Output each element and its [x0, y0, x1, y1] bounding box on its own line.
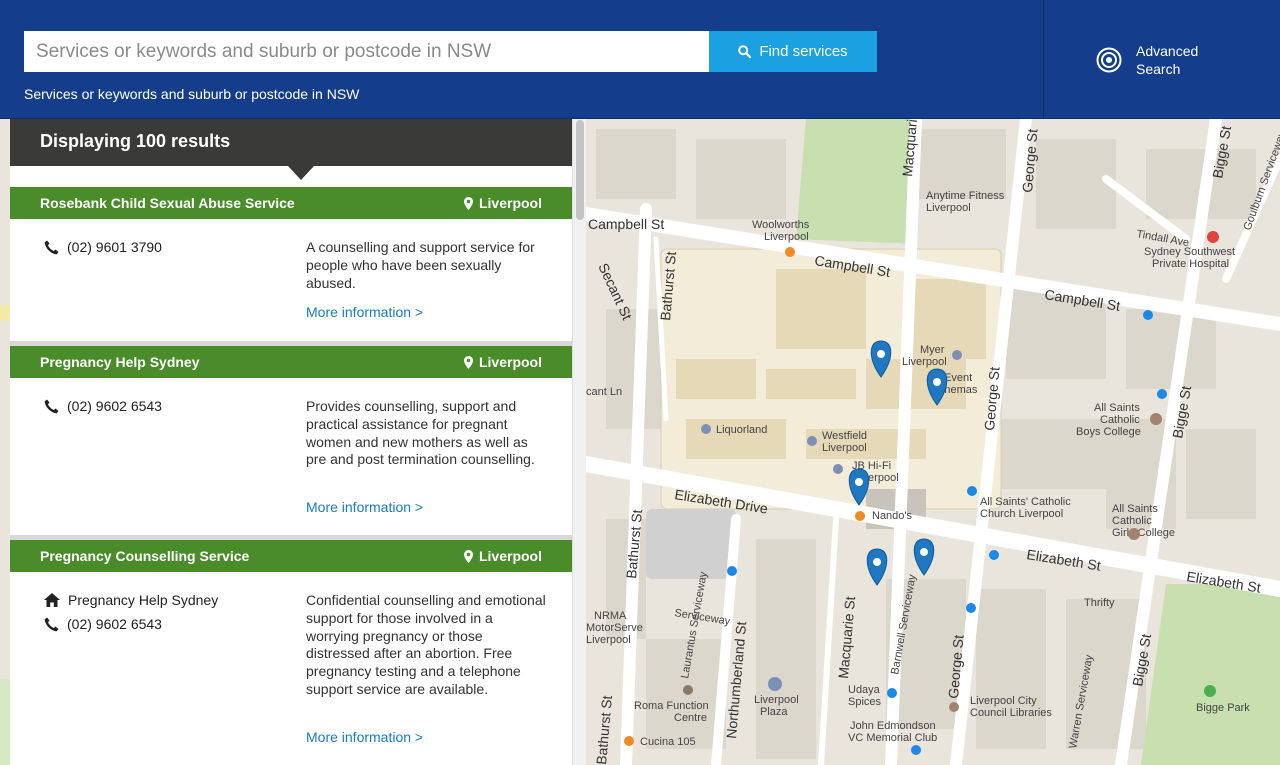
phone-icon	[44, 240, 59, 254]
results-header: Displaying 100 results	[10, 119, 572, 166]
phone-number: (02) 9602 6543	[67, 398, 162, 414]
svg-text:Centre: Centre	[674, 712, 707, 724]
svg-text:Council Libraries: Council Libraries	[970, 707, 1052, 719]
svg-text:Catholic: Catholic	[1112, 515, 1152, 527]
svg-text:All Saints: All Saints	[1112, 503, 1158, 515]
result-card-header[interactable]: Pregnancy Counselling Service Liverpool	[10, 540, 572, 572]
result-title: Pregnancy Counselling Service	[40, 548, 250, 564]
svg-text:Liverpool: Liverpool	[926, 202, 971, 214]
result-card: Pregnancy Help Sydney Liverpool (02) 960…	[10, 346, 572, 535]
svg-text:Sydney Southwest: Sydney Southwest	[1144, 246, 1235, 258]
result-card: Rosebank Child Sexual Abuse Service Live…	[10, 187, 572, 341]
svg-text:Liverpool: Liverpool	[586, 634, 631, 646]
park-area	[796, 119, 916, 244]
svg-text:Plaza: Plaza	[760, 706, 788, 718]
result-location-label: Liverpool	[478, 195, 542, 211]
svg-text:Church Liverpool: Church Liverpool	[980, 508, 1063, 520]
search-input[interactable]	[24, 31, 709, 72]
result-card-header[interactable]: Rosebank Child Sexual Abuse Service Live…	[10, 187, 572, 219]
svg-text:Udaya: Udaya	[848, 684, 881, 696]
advanced-label-line2: Search	[1136, 61, 1181, 77]
result-card: Pregnancy Counselling Service Liverpool …	[10, 540, 572, 765]
result-title: Rosebank Child Sexual Abuse Service	[40, 195, 295, 211]
svg-text:cant Ln: cant Ln	[586, 386, 622, 398]
advanced-search-button[interactable]: Advanced Search	[1096, 42, 1216, 78]
result-location: Liverpool	[463, 195, 542, 211]
map-pin-icon	[463, 196, 473, 210]
map-pin-icon	[463, 549, 473, 563]
result-location: Liverpool	[463, 548, 542, 564]
svg-text:Catholic: Catholic	[1100, 414, 1140, 426]
map-pin-icon	[463, 355, 473, 369]
result-location: Liverpool	[463, 354, 542, 370]
svg-text:Westfield: Westfield	[822, 430, 867, 442]
results-scrollbar-thumb[interactable]	[576, 120, 584, 220]
result-title: Pregnancy Help Sydney	[40, 354, 200, 370]
results-pointer	[288, 166, 314, 180]
results-panel: Displaying 100 results Rosebank Child Se…	[10, 119, 572, 765]
svg-text:Spices: Spices	[848, 696, 882, 708]
svg-text:Liverpool City: Liverpool City	[970, 695, 1037, 707]
svg-text:Anytime Fitness: Anytime Fitness	[926, 190, 1005, 202]
svg-text:VC Memorial Club: VC Memorial Club	[848, 732, 937, 744]
phone-number: (02) 9602 6543	[67, 616, 162, 632]
result-description: Confidential counselling and emotional s…	[306, 592, 546, 697]
phone-line[interactable]: (02) 9602 6543	[44, 398, 162, 414]
map-view[interactable]: Campbell St Campbell St Campbell St Eliz…	[586, 119, 1280, 765]
svg-text:Liverpool: Liverpool	[764, 231, 809, 243]
svg-text:John Edmondson: John Edmondson	[850, 720, 936, 732]
home-icon	[44, 593, 60, 607]
more-information-link[interactable]: More information >	[306, 729, 423, 745]
organisation-name: Pregnancy Help Sydney	[68, 592, 219, 608]
result-location-label: Liverpool	[478, 548, 542, 564]
find-services-label: Find services	[759, 43, 848, 60]
svg-text:All Saints: All Saints	[1094, 402, 1140, 414]
result-location-label: Liverpool	[478, 354, 542, 370]
find-services-button[interactable]: Find services	[709, 31, 877, 72]
advanced-label-line1: Advanced	[1136, 43, 1199, 59]
svg-text:Roma Function: Roma Function	[634, 700, 709, 712]
result-description: Provides counselling, support and practi…	[306, 398, 535, 468]
phone-icon	[44, 399, 59, 413]
svg-text:NRMA: NRMA	[594, 610, 627, 622]
header-divider	[1043, 0, 1044, 118]
search-icon	[738, 45, 752, 58]
svg-text:Liverpool: Liverpool	[902, 356, 947, 368]
svg-text:Private Hospital: Private Hospital	[1152, 258, 1229, 270]
phone-line[interactable]: (02) 9601 3790	[44, 239, 162, 255]
svg-text:Campbell St: Campbell St	[588, 216, 664, 232]
svg-text:Bigge Park: Bigge Park	[1196, 702, 1250, 714]
svg-text:Cucina 105: Cucina 105	[640, 736, 696, 748]
svg-text:Liverpool: Liverpool	[754, 694, 799, 706]
phone-line[interactable]: (02) 9602 6543	[44, 616, 162, 632]
svg-text:Event: Event	[944, 372, 972, 384]
advanced-search-label: Advanced Search	[1136, 42, 1216, 78]
result-description: A counselling and support service for pe…	[306, 239, 535, 291]
organisation-line: Pregnancy Help Sydney	[44, 592, 218, 608]
phone-number: (02) 9601 3790	[67, 239, 162, 255]
results-count: Displaying 100 results	[40, 131, 231, 151]
more-information-link[interactable]: More information >	[306, 304, 423, 320]
result-card-header[interactable]: Pregnancy Help Sydney Liverpool	[10, 346, 572, 378]
svg-text:Liquorland: Liquorland	[716, 424, 767, 436]
svg-text:Thrifty: Thrifty	[1084, 597, 1115, 609]
svg-text:Nando's: Nando's	[872, 510, 913, 522]
svg-text:MotorServe: MotorServe	[586, 622, 643, 634]
svg-text:Liverpool: Liverpool	[822, 442, 867, 454]
map-left-edge	[0, 119, 10, 765]
phone-icon	[44, 617, 59, 631]
svg-text:Woolworths: Woolworths	[752, 219, 810, 231]
svg-text:Girls College: Girls College	[1112, 527, 1175, 539]
more-information-link[interactable]: More information >	[306, 499, 423, 515]
svg-text:All Saints' Catholic: All Saints' Catholic	[980, 496, 1071, 508]
svg-text:Boys College: Boys College	[1076, 426, 1141, 438]
target-icon	[1096, 47, 1122, 73]
search-hint: Services or keywords and suburb or postc…	[24, 86, 360, 102]
svg-text:Myer: Myer	[920, 344, 945, 356]
site-header: Find services Services or keywords and s…	[0, 0, 1280, 119]
